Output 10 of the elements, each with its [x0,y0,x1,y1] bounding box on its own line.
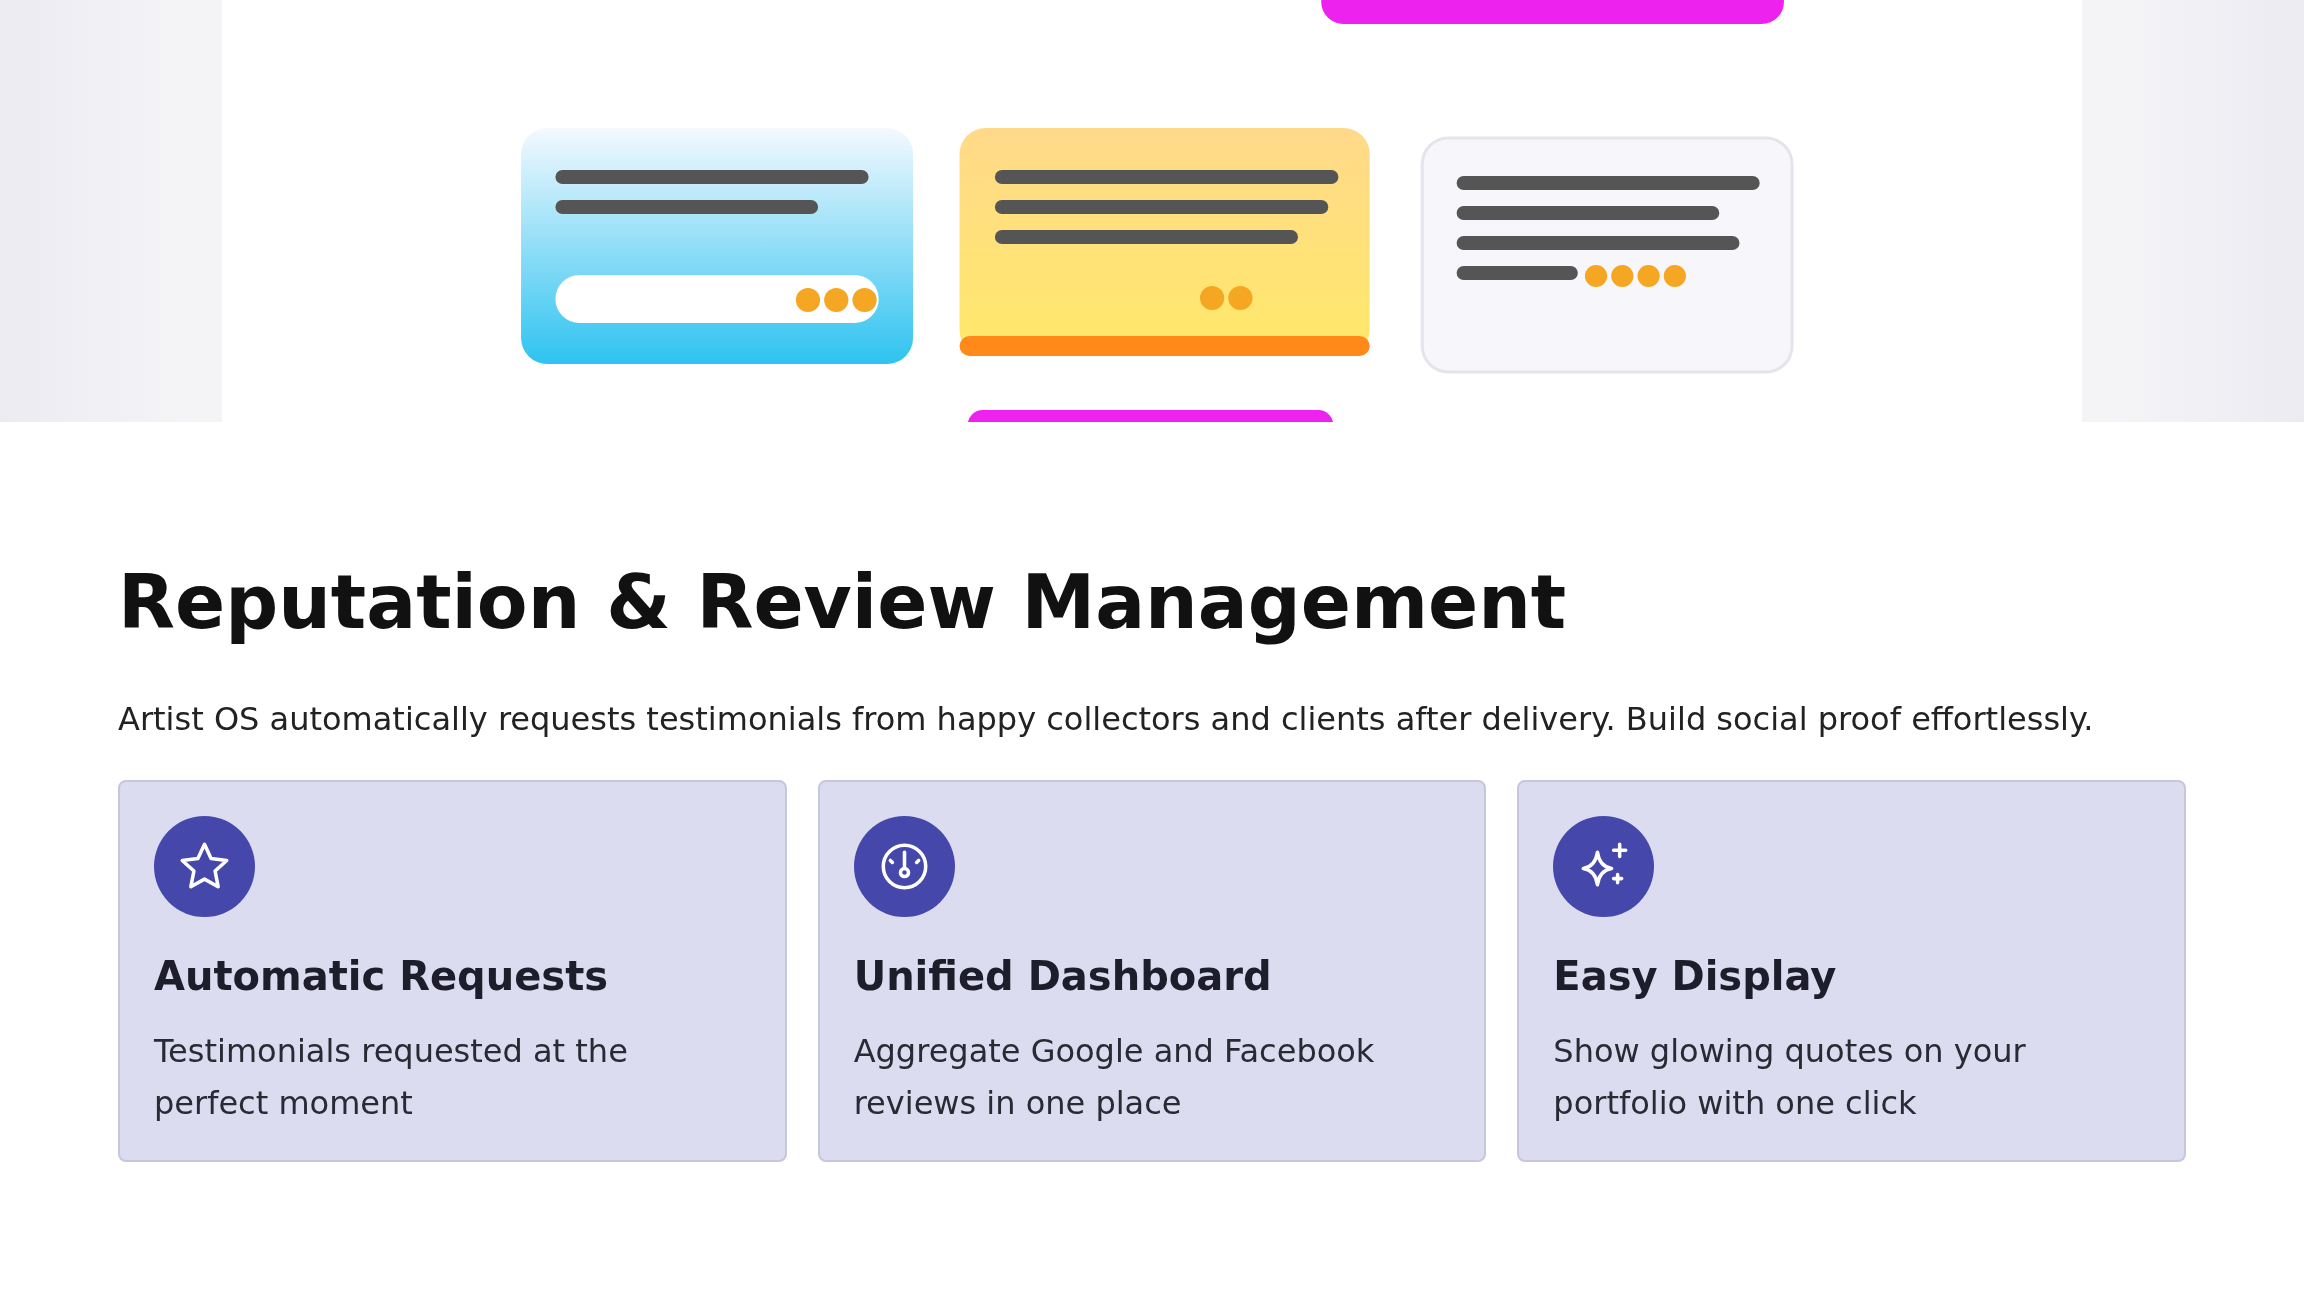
feature-title: Easy Display [1553,953,1838,1000]
feature-title: Automatic Requests [154,953,610,1000]
feature-description: Aggregate Google and Facebook reviews in one place [853,1031,1376,1125]
feature-description: Testimonials requested at the perfect moment [154,1031,629,1125]
gauge-icon [853,816,955,918]
section-description: Artist OS automatically requests testimonials from happy collectors and clients after delivery. Build social proof effortlessly. [118,698,2095,740]
feature-title: Unified Dashboard [853,953,1273,1000]
sparkles-icon [1553,816,1655,918]
feature-description: Show glowing quotes on your portfolio with one click [1553,1031,2027,1125]
section-title: Reputation & Review Management [118,558,1568,647]
